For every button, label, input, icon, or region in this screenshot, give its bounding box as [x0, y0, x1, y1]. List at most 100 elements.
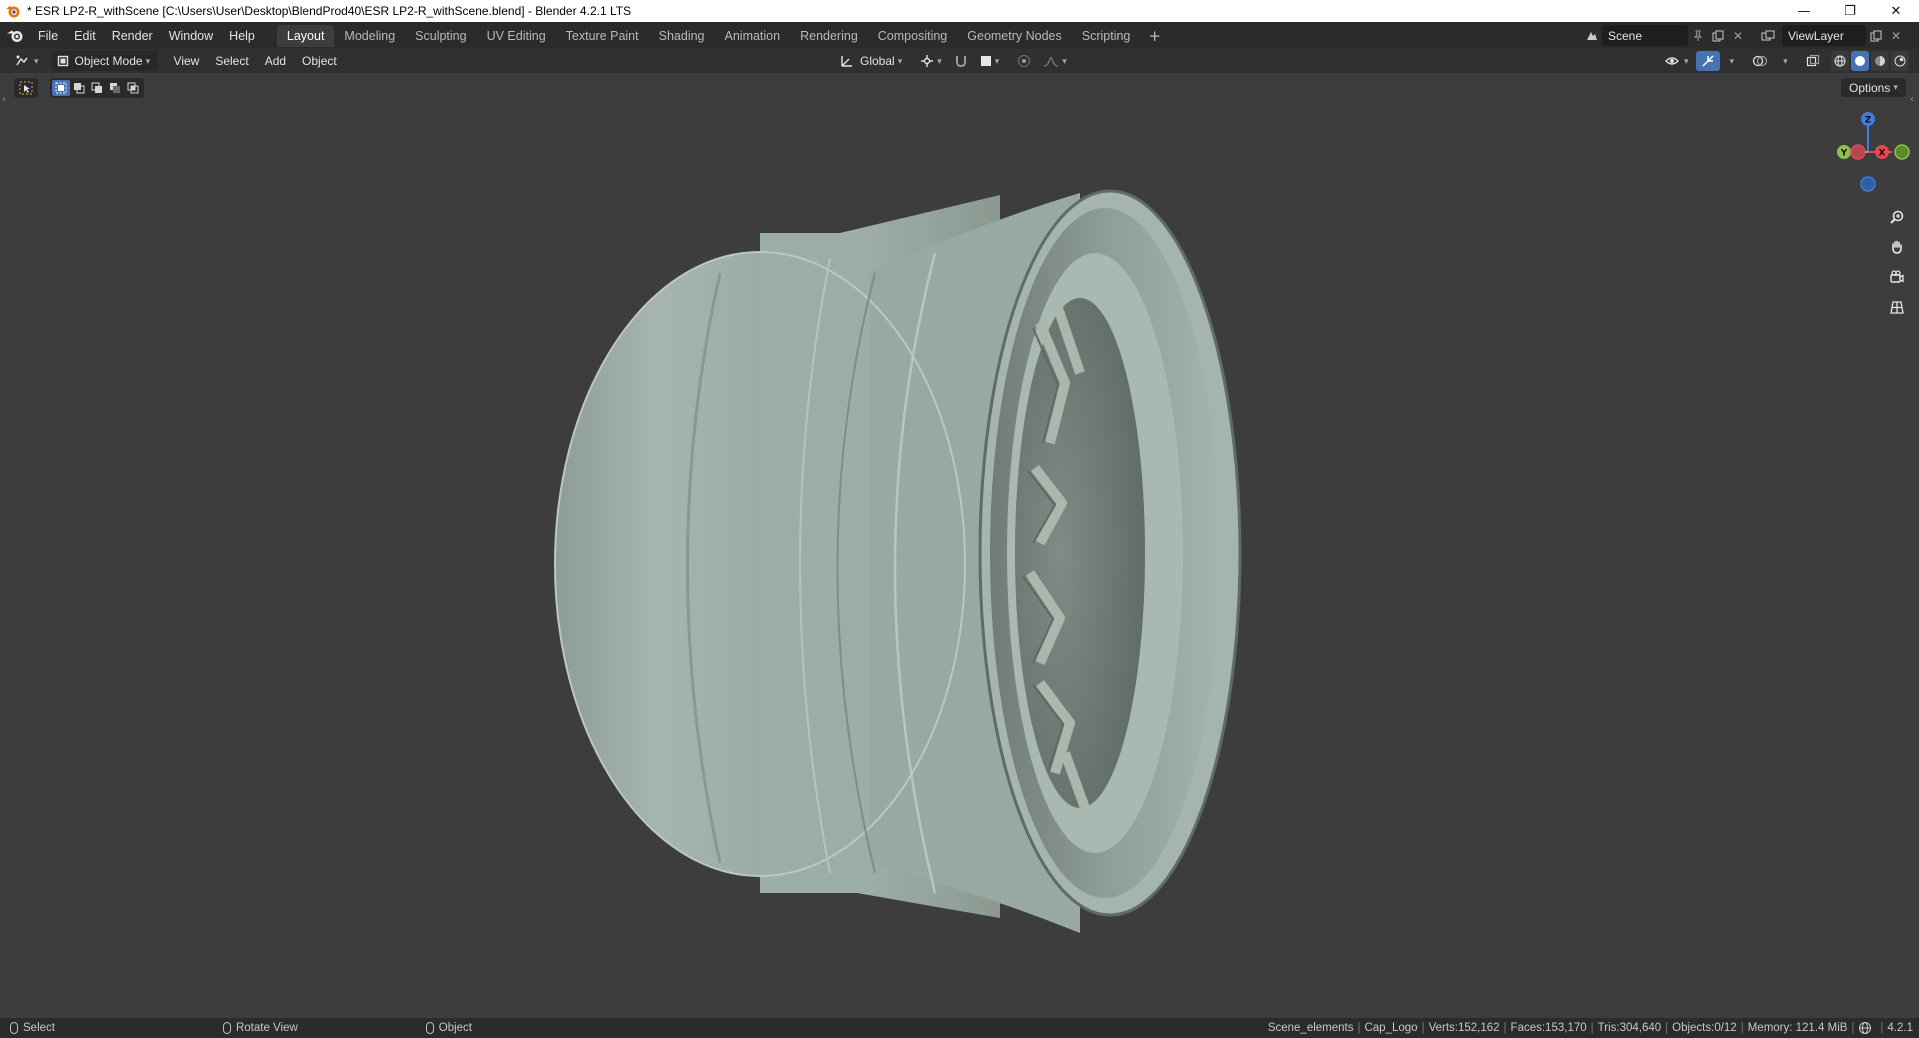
tab-layout[interactable]: Layout — [276, 24, 335, 47]
extend-selection-icon[interactable] — [70, 80, 88, 96]
navigation-gizmo[interactable]: Z Y X — [1824, 108, 1912, 196]
add-workspace-button[interactable]: + — [1140, 27, 1169, 45]
set-new-selection-icon[interactable] — [52, 80, 70, 96]
selectability-visibility-button[interactable]: ▾ — [1660, 51, 1694, 71]
rendered-shading-button[interactable] — [1890, 51, 1909, 71]
shading-options-button[interactable]: ▾ — [1911, 51, 1919, 71]
editor-type-button[interactable]: ▾ — [10, 51, 44, 71]
transform-controls: Global ▾ ▾ ▾ ▾ — [835, 51, 1072, 71]
object-mode-icon — [57, 55, 68, 67]
options-label: Options — [1849, 80, 1891, 95]
gizmo-neg-x-axis[interactable] — [1850, 144, 1866, 160]
scene-icon[interactable] — [1582, 25, 1602, 46]
chevron-down-icon: ▾ — [1783, 55, 1788, 66]
select-box-tool[interactable] — [14, 78, 38, 98]
minimize-button[interactable]: — — [1781, 0, 1827, 22]
cursor-select-icon — [19, 81, 33, 95]
gizmo-neg-z-axis[interactable] — [1860, 176, 1876, 192]
magnet-icon — [955, 56, 966, 68]
gizmo-options-button[interactable]: ▾ — [1722, 51, 1740, 71]
xray-toggle[interactable] — [1801, 51, 1825, 71]
falloff-button[interactable]: ▾ — [1038, 51, 1072, 71]
status-select-hint: Select — [10, 1022, 55, 1034]
menu-file[interactable]: File — [30, 25, 66, 47]
perspective-grid-icon[interactable] — [1885, 295, 1909, 319]
barrel-band — [760, 233, 870, 893]
menu-help[interactable]: Help — [221, 25, 263, 47]
chevron-down-icon: ▾ — [937, 55, 942, 66]
chevron-down-icon: ▾ — [1729, 55, 1735, 66]
close-button[interactable]: ✕ — [1873, 0, 1919, 22]
view-layer-field[interactable]: ViewLayer — [1782, 25, 1866, 46]
delete-view-layer-icon[interactable]: ✕ — [1886, 25, 1906, 46]
tab-texture-paint[interactable]: Texture Paint — [556, 25, 649, 47]
subtract-selection-icon[interactable] — [88, 80, 106, 96]
tab-uv-editing[interactable]: UV Editing — [477, 25, 556, 47]
menu-edit[interactable]: Edit — [66, 25, 104, 47]
overlays-options-button[interactable]: ▾ — [1775, 51, 1793, 71]
menu-window[interactable]: Window — [161, 25, 221, 47]
tab-compositing[interactable]: Compositing — [868, 25, 957, 47]
pivot-point-button[interactable]: ▾ — [915, 51, 947, 71]
chevron-down-icon: ▾ — [1893, 82, 1898, 92]
scene-selector-group: Scene ✕ ViewLayer ✕ — [1582, 25, 1906, 46]
scene-name-field[interactable]: Scene — [1602, 25, 1688, 46]
overlays-toggle[interactable] — [1747, 51, 1773, 71]
new-scene-icon[interactable] — [1708, 25, 1728, 46]
blender-app-icon — [6, 6, 20, 18]
menu-add[interactable]: Add — [257, 51, 294, 71]
menu-select[interactable]: Select — [207, 51, 256, 71]
solid-shading-button[interactable] — [1850, 51, 1869, 71]
new-view-layer-icon[interactable] — [1866, 25, 1886, 46]
mouse-left-icon — [10, 1022, 18, 1034]
intersect-selection-icon[interactable] — [124, 80, 142, 96]
menu-view[interactable]: View — [166, 51, 208, 71]
tab-sculpting[interactable]: Sculpting — [405, 25, 476, 47]
blender-topbar: File Edit Render Window Help Layout Mode… — [0, 22, 1919, 49]
tab-scripting[interactable]: Scripting — [1072, 25, 1141, 47]
pin-icon[interactable] — [1688, 25, 1708, 46]
wireframe-shading-button[interactable] — [1830, 51, 1849, 71]
tab-geometry-nodes[interactable]: Geometry Nodes — [957, 25, 1071, 47]
wireframe-sphere-icon — [1834, 55, 1846, 67]
tab-rendering[interactable]: Rendering — [790, 25, 868, 47]
tab-shading[interactable]: Shading — [649, 25, 715, 47]
restore-button[interactable]: ❐ — [1827, 0, 1873, 22]
object-mode-dropdown[interactable]: Object Mode ▾ — [51, 51, 158, 71]
stat-collection: Scene_elements — [1267, 1022, 1354, 1034]
rendered-sphere-icon — [1894, 55, 1906, 67]
wheel-face — [1015, 298, 1145, 808]
gizmo-neg-y-axis[interactable] — [1894, 144, 1910, 160]
transform-orientation-label: Global — [860, 54, 895, 68]
zoom-icon[interactable] — [1885, 205, 1909, 229]
overlays-icon — [1752, 55, 1768, 67]
invert-selection-icon[interactable] — [106, 80, 124, 96]
delete-scene-icon[interactable]: ✕ — [1728, 25, 1748, 46]
pan-hand-icon[interactable] — [1885, 235, 1909, 259]
snap-toggle[interactable] — [949, 51, 973, 71]
toolbar-expand-arrow[interactable]: › — [2, 94, 6, 105]
menu-render[interactable]: Render — [104, 25, 161, 47]
stat-tris: Tris:304,640 — [1597, 1022, 1662, 1034]
snap-target-button[interactable]: ▾ — [975, 51, 1005, 71]
menu-object[interactable]: Object — [294, 51, 345, 71]
camera-view-icon[interactable] — [1885, 265, 1909, 289]
solid-sphere-icon — [1854, 56, 1865, 66]
gizmo-toggle[interactable] — [1695, 51, 1720, 71]
status-rotate-hint: Rotate View — [222, 1022, 298, 1034]
material-preview-button[interactable] — [1870, 51, 1889, 71]
3d-viewport[interactable]: › ‹ Z Y X — [0, 73, 1919, 1018]
gizmo-x-label: X — [1879, 149, 1886, 159]
view-layer-icon[interactable] — [1758, 25, 1778, 46]
network-globe-icon[interactable] — [1858, 1021, 1872, 1035]
blender-logo-icon[interactable] — [0, 22, 30, 49]
options-dropdown[interactable]: Options ▾ — [1841, 78, 1906, 97]
proportional-edit-toggle[interactable] — [1012, 51, 1036, 71]
stat-verts: Verts:152,162 — [1428, 1022, 1500, 1034]
tab-animation[interactable]: Animation — [715, 25, 791, 47]
sidebar-expand-arrow[interactable]: ‹ — [1910, 94, 1914, 105]
transform-orientation-dropdown[interactable]: Global ▾ — [835, 51, 907, 71]
object-mode-label: Object Mode — [74, 54, 143, 68]
window-title: * ESR LP2-R_withScene [C:\Users\User\Des… — [27, 4, 632, 18]
tab-modeling[interactable]: Modeling — [334, 25, 405, 47]
